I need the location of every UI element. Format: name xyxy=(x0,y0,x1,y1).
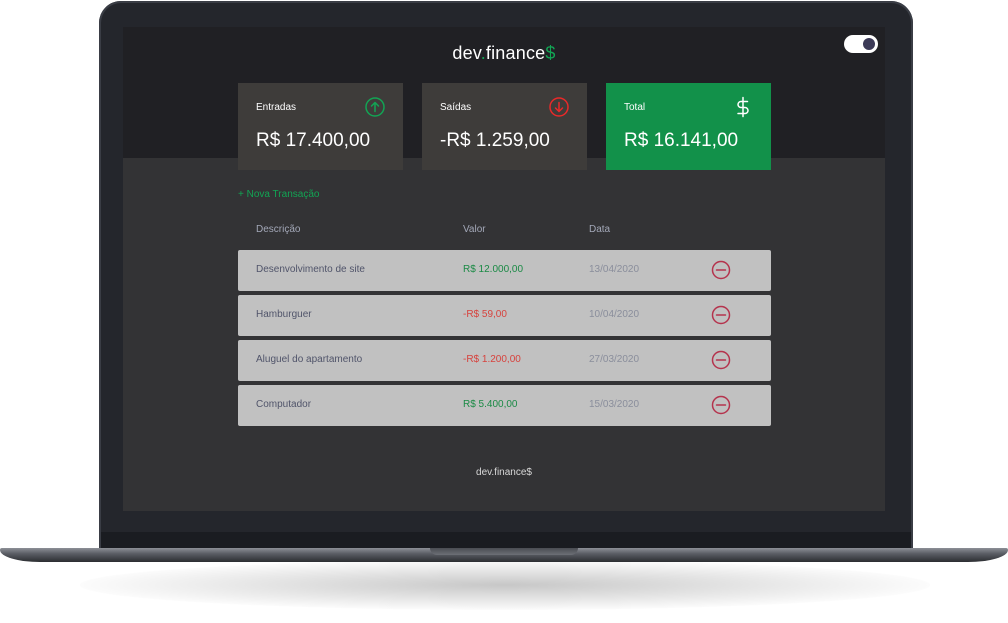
logo-text-dev: dev xyxy=(452,43,481,63)
card-income-label: Entradas xyxy=(256,102,297,113)
table-row: Computador R$ 5.400,00 15/03/2020 xyxy=(238,385,771,426)
table-row: Desenvolvimento de site R$ 12.000,00 13/… xyxy=(238,250,771,291)
app-screen: dev.finance$ Entradas R$ 17.400,00 Saída… xyxy=(123,27,885,511)
card-expense-label: Saídas xyxy=(440,102,472,113)
card-total: Total R$ 16.141,00 xyxy=(606,83,771,170)
logo-text-finance: finance xyxy=(485,43,546,63)
header-date: Data xyxy=(589,224,611,235)
theme-toggle[interactable] xyxy=(844,35,878,53)
row-amount: R$ 5.400,00 xyxy=(463,399,518,410)
card-total-label: Total xyxy=(624,102,646,113)
table-row: Hamburguer -R$ 59,00 10/04/2020 xyxy=(238,295,771,336)
arrow-down-circle-icon xyxy=(549,97,569,117)
row-description: Hamburguer xyxy=(256,309,312,320)
card-expense: Saídas -R$ 1.259,00 xyxy=(422,83,587,170)
toggle-knob xyxy=(863,38,875,50)
row-description: Computador xyxy=(256,399,312,410)
card-income: Entradas R$ 17.400,00 xyxy=(238,83,403,170)
remove-transaction-icon[interactable] xyxy=(711,305,731,325)
row-date: 27/03/2020 xyxy=(589,354,640,365)
row-amount: R$ 12.000,00 xyxy=(463,264,524,275)
row-date: 13/04/2020 xyxy=(589,264,640,275)
row-date: 15/03/2020 xyxy=(589,399,640,410)
laptop-notch xyxy=(430,548,578,555)
table-row: Aluguel do apartamento -R$ 1.200,00 27/0… xyxy=(238,340,771,381)
row-amount: -R$ 1.200,00 xyxy=(463,354,521,365)
remove-transaction-icon[interactable] xyxy=(711,350,731,370)
card-total-value: R$ 16.141,00 xyxy=(624,130,739,151)
new-transaction-link[interactable]: + Nova Transação xyxy=(238,189,319,200)
logo-dollar: $ xyxy=(545,43,556,63)
footer-logo: dev.finance$ xyxy=(476,467,532,478)
remove-transaction-icon[interactable] xyxy=(711,395,731,415)
laptop-shadow xyxy=(80,560,930,610)
dollar-icon xyxy=(737,96,749,118)
row-description: Desenvolvimento de site xyxy=(256,264,365,275)
card-expense-value: -R$ 1.259,00 xyxy=(440,130,550,151)
app-logo: dev.finance$ xyxy=(123,43,885,64)
card-income-value: R$ 17.400,00 xyxy=(256,130,371,151)
row-date: 10/04/2020 xyxy=(589,309,640,320)
arrow-up-circle-icon xyxy=(365,97,385,117)
row-description: Aluguel do apartamento xyxy=(256,354,363,365)
header-amount: Valor xyxy=(463,224,486,235)
remove-transaction-icon[interactable] xyxy=(711,260,731,280)
header-description: Descrição xyxy=(256,224,301,235)
row-amount: -R$ 59,00 xyxy=(463,309,507,320)
